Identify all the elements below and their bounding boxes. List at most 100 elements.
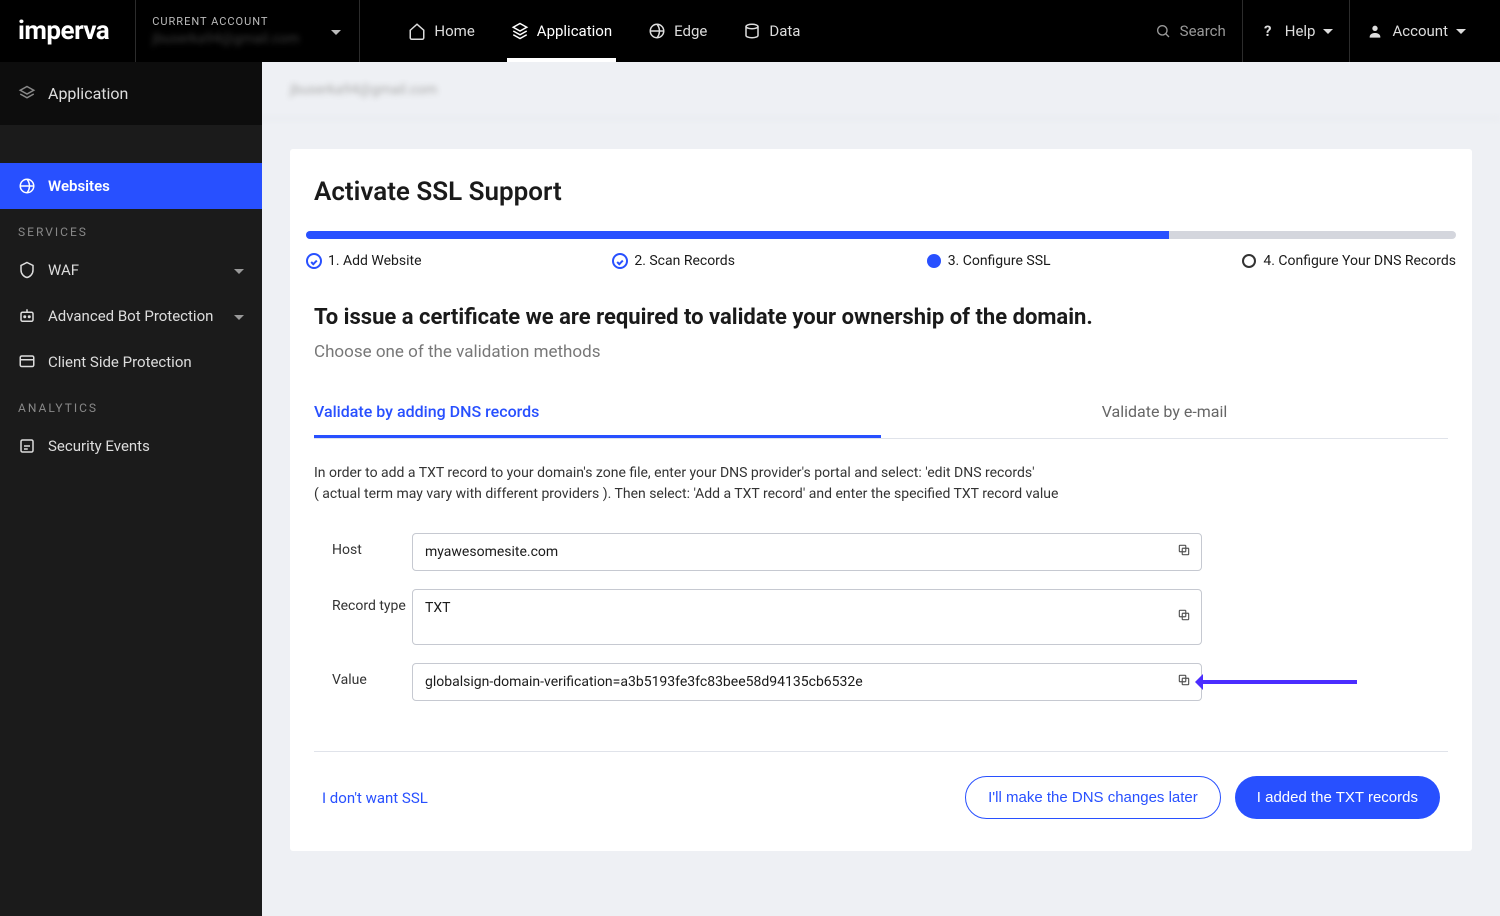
record-type-value[interactable]: TXT <box>412 589 1202 645</box>
breadcrumb: jbuserka94@gmail.com <box>262 62 1500 119</box>
check-circle-icon <box>306 253 322 269</box>
card-footer: I don't want SSL I'll make the DNS chang… <box>314 751 1448 827</box>
sidebar-section-analytics: ANALYTICS <box>0 385 262 423</box>
progress-bar <box>306 231 1456 239</box>
step-1: 1. Add Website <box>306 253 422 269</box>
tab-dns[interactable]: Validate by adding DNS records <box>314 392 881 438</box>
sidebar-section-services: SERVICES <box>0 209 262 247</box>
step-2: 2. Scan Records <box>612 253 735 269</box>
sidebar-item-websites[interactable]: Websites <box>0 163 262 209</box>
field-label: Host <box>332 533 412 559</box>
step-label: 3. Configure SSL <box>948 253 1051 269</box>
data-icon <box>743 22 761 40</box>
account-selector[interactable]: CURRENT ACCOUNT jbuserka94@gmail.com <box>135 0 360 62</box>
help-label: Help <box>1285 22 1316 40</box>
caret-down-icon <box>1323 29 1333 34</box>
search-button[interactable]: Search <box>1138 0 1242 62</box>
chevron-down-icon <box>234 309 244 323</box>
chevron-down-icon <box>234 263 244 277</box>
step-3: 3. Configure SSL <box>926 253 1051 269</box>
sidebar-header: Application <box>0 62 262 125</box>
check-circle-icon <box>612 253 628 269</box>
help-button[interactable]: ? Help <box>1242 0 1350 62</box>
events-icon <box>18 437 36 455</box>
main-content: jbuserka94@gmail.com Activate SSL Suppor… <box>262 62 1500 916</box>
wizard-steps: 1. Add Website 2. Scan Records 3. Config… <box>306 253 1456 305</box>
help-icon: ? <box>1259 22 1277 40</box>
skip-ssl-link[interactable]: I don't want SSL <box>322 789 428 807</box>
sidebar-item-label: Advanced Bot Protection <box>48 307 213 325</box>
application-icon <box>511 22 529 40</box>
field-value: Value globalsign-domain-verification=a3b… <box>314 663 1448 701</box>
brand-logo: imperva <box>18 16 109 46</box>
field-record-type: Record type TXT <box>314 589 1448 645</box>
account-label: Account <box>1392 22 1448 40</box>
step-label: 4. Configure Your DNS Records <box>1263 253 1456 269</box>
nav-label: Edge <box>674 22 707 40</box>
instructions-line-1: In order to add a TXT record to your dom… <box>314 465 1035 481</box>
sidebar-item-label: WAF <box>48 261 79 279</box>
current-step-icon <box>926 253 942 269</box>
application-icon <box>18 85 36 103</box>
sidebar-item-client-side[interactable]: Client Side Protection <box>0 339 262 385</box>
edge-icon <box>648 22 666 40</box>
bot-icon <box>18 307 36 325</box>
nav-utilities: Search ? Help Account <box>1138 0 1482 62</box>
tab-email[interactable]: Validate by e-mail <box>881 392 1448 438</box>
search-icon <box>1154 22 1172 40</box>
validation-subheading: Choose one of the validation methods <box>314 342 1448 362</box>
account-button[interactable]: Account <box>1349 0 1482 62</box>
txt-value-text: globalsign-domain-verification=a3b5193fe… <box>425 674 863 690</box>
sidebar-item-label: Client Side Protection <box>48 353 192 371</box>
host-text: myawesomesite.com <box>425 544 558 560</box>
field-label: Record type <box>332 589 412 615</box>
later-button[interactable]: I'll make the DNS changes later <box>965 776 1221 819</box>
caret-down-icon <box>1456 29 1466 34</box>
browser-shield-icon <box>18 353 36 371</box>
nav-data[interactable]: Data <box>725 0 818 62</box>
pending-step-icon <box>1241 253 1257 269</box>
home-icon <box>408 22 426 40</box>
account-selector-value: jbuserka94@gmail.com <box>152 31 299 47</box>
search-label: Search <box>1180 22 1226 40</box>
caret-down-icon <box>331 24 341 38</box>
account-selector-label: CURRENT ACCOUNT <box>152 15 299 28</box>
top-nav: imperva CURRENT ACCOUNT jbuserka94@gmail… <box>0 0 1500 62</box>
copy-icon[interactable] <box>1177 543 1191 561</box>
nav-application[interactable]: Application <box>493 0 630 62</box>
nav-label: Application <box>537 22 612 40</box>
sidebar-item-waf[interactable]: WAF <box>0 247 262 293</box>
validation-tabs: Validate by adding DNS records Validate … <box>314 392 1448 439</box>
shield-icon <box>18 261 36 279</box>
footer-actions: I'll make the DNS changes later I added … <box>965 776 1440 819</box>
sidebar: Application Websites SERVICES WAF Advanc… <box>0 62 262 916</box>
confirm-txt-button[interactable]: I added the TXT records <box>1235 776 1440 819</box>
sidebar-item-security-events[interactable]: Security Events <box>0 423 262 469</box>
primary-nav: Home Application Edge Data <box>390 0 818 62</box>
validation-heading: To issue a certificate we are required t… <box>314 305 1448 330</box>
field-host: Host myawesomesite.com <box>314 533 1448 571</box>
ssl-setup-card: Activate SSL Support 1. Add Website 2. S… <box>290 149 1472 851</box>
sidebar-item-advanced-bot[interactable]: Advanced Bot Protection <box>0 293 262 339</box>
copy-icon[interactable] <box>1177 608 1191 626</box>
txt-value[interactable]: globalsign-domain-verification=a3b5193fe… <box>412 663 1202 701</box>
instructions-line-2: ( actual term may vary with different pr… <box>314 486 1058 502</box>
instructions: In order to add a TXT record to your dom… <box>314 463 1448 505</box>
step-4: 4. Configure Your DNS Records <box>1241 253 1456 269</box>
progress-fill <box>306 231 1169 239</box>
host-value[interactable]: myawesomesite.com <box>412 533 1202 571</box>
nav-edge[interactable]: Edge <box>630 0 725 62</box>
sidebar-item-label: Websites <box>48 177 110 195</box>
sidebar-header-label: Application <box>48 84 128 103</box>
field-label: Value <box>332 663 412 689</box>
step-label: 1. Add Website <box>328 253 422 269</box>
globe-icon <box>18 177 36 195</box>
step-label: 2. Scan Records <box>634 253 735 269</box>
sidebar-item-label: Security Events <box>48 437 150 455</box>
nav-home[interactable]: Home <box>390 0 492 62</box>
annotation-arrow <box>1197 680 1357 684</box>
user-icon <box>1366 22 1384 40</box>
record-type-text: TXT <box>425 600 450 616</box>
nav-label: Data <box>769 22 800 40</box>
nav-label: Home <box>434 22 474 40</box>
